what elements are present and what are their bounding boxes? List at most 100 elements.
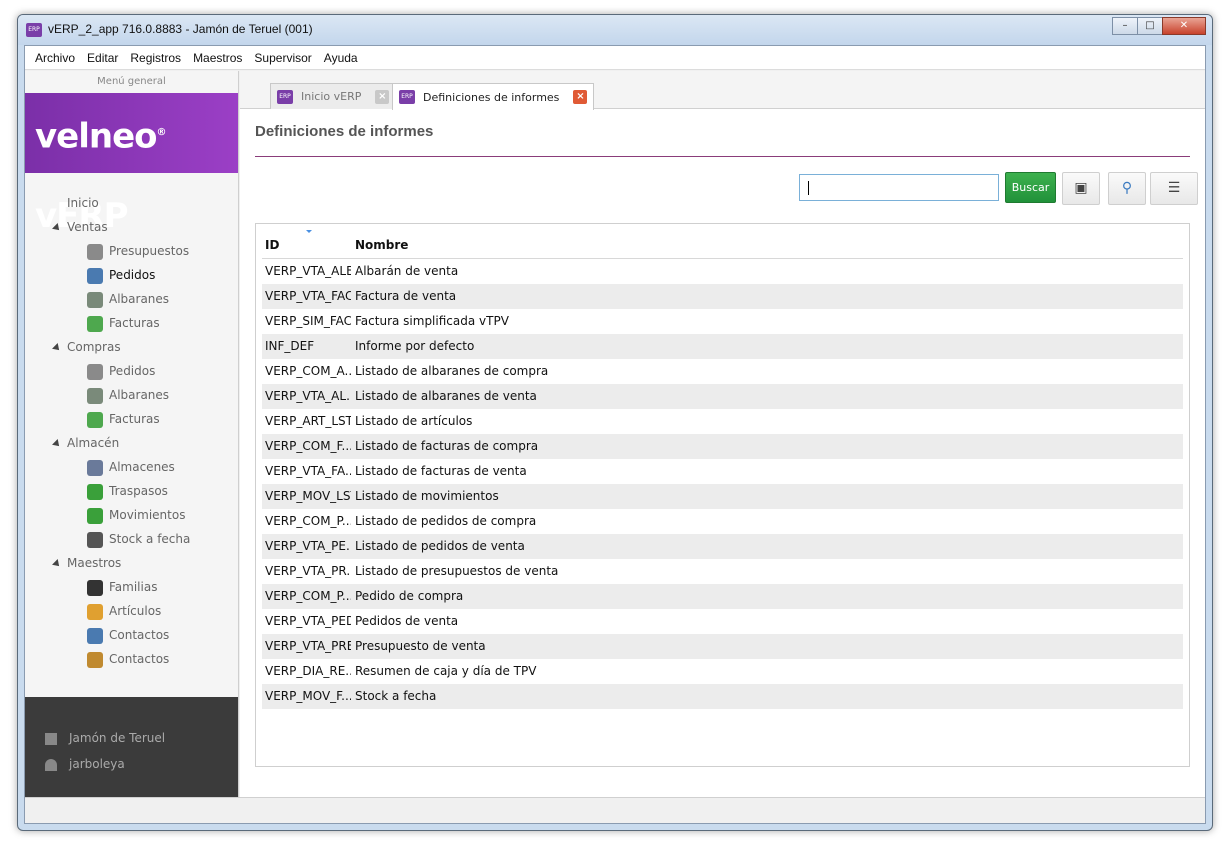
list-options-button[interactable]: ☰ xyxy=(1150,172,1198,205)
sidebar-item-familias[interactable]: Familias xyxy=(25,575,238,599)
user-row[interactable]: jarboleya xyxy=(25,751,238,777)
transfer-icon xyxy=(87,483,103,500)
search-icon: ⚲ xyxy=(1121,180,1133,196)
cell-id: VERP_VTA_AL... xyxy=(265,389,351,403)
user-icon xyxy=(45,758,57,771)
title-bar[interactable]: ERP vERP_2_app 716.0.8883 - Jamón de Ter… xyxy=(18,15,1212,45)
sidebar-item-presupuestos[interactable]: Presupuestos xyxy=(25,239,238,263)
sidebar-item-almacenes[interactable]: Almacenes xyxy=(25,455,238,479)
tab-inicio-verp[interactable]: ERP Inicio vERP × xyxy=(270,83,397,109)
cell-id: VERP_VTA_PRE xyxy=(265,639,351,653)
erp-icon: ERP xyxy=(399,90,415,104)
sidebar-group-almacén[interactable]: Almacén xyxy=(25,431,238,455)
maximize-button[interactable]: □ xyxy=(1137,17,1163,35)
quote-icon xyxy=(87,243,103,260)
table-row[interactable]: VERP_VTA_PR... Listado de presupuestos de… xyxy=(262,559,1183,584)
column-header-id[interactable]: ID xyxy=(265,238,279,252)
expand-arrow-icon[interactable] xyxy=(52,438,62,449)
sidebar-item-traspasos[interactable]: Traspasos xyxy=(25,479,238,503)
table-row[interactable]: VERP_VTA_FA... Listado de facturas de ven… xyxy=(262,459,1183,484)
table-row[interactable]: VERP_MOV_F... Stock a fecha xyxy=(262,684,1183,709)
table-row[interactable]: INF_DEF Informe por defecto xyxy=(262,334,1183,359)
table-row[interactable]: VERP_ART_LST Listado de artículos xyxy=(262,409,1183,434)
invoice-icon xyxy=(87,315,103,332)
menu-maestros[interactable]: Maestros xyxy=(187,51,248,65)
article-icon xyxy=(87,603,103,620)
sidebar-group-compras[interactable]: Compras xyxy=(25,335,238,359)
sidebar: Menú general velneo® vERP Inicio Ventas Pr… xyxy=(25,71,239,797)
cell-id: VERP_COM_F... xyxy=(265,439,351,453)
table-row[interactable]: VERP_VTA_FAC Factura de venta xyxy=(262,284,1183,309)
menu-editar[interactable]: Editar xyxy=(81,51,124,65)
search-button[interactable]: Buscar xyxy=(1005,172,1056,203)
sidebar-item-albaranes[interactable]: Albaranes xyxy=(25,383,238,407)
search-input[interactable] xyxy=(799,174,999,201)
sidebar-item-artículos[interactable]: Artículos xyxy=(25,599,238,623)
sidebar-item-albaranes[interactable]: Albaranes xyxy=(25,287,238,311)
status-bar xyxy=(25,797,1205,823)
table-row[interactable]: VERP_SIM_FAC Factura simplificada vTPV xyxy=(262,309,1183,334)
sidebar-item-inicio[interactable]: Inicio xyxy=(25,191,238,215)
sidebar-item-stock-a-fecha[interactable]: Stock a fecha xyxy=(25,527,238,551)
expand-arrow-icon[interactable] xyxy=(52,342,62,353)
sidebar-item-pedidos[interactable]: Pedidos xyxy=(25,263,238,287)
order-icon xyxy=(87,363,103,380)
company-row[interactable]: Jamón de Teruel xyxy=(25,725,238,751)
close-tab-icon[interactable]: × xyxy=(573,90,588,104)
cell-id: VERP_VTA_FAC xyxy=(265,289,351,303)
cell-id: VERP_VTA_PR... xyxy=(265,564,351,578)
cell-nombre: Listado de pedidos de venta xyxy=(355,539,525,553)
table-row[interactable]: VERP_DIA_RE... Resumen de caja y día de T… xyxy=(262,659,1183,684)
sidebar-nav: Inicio Ventas Presupuestos Pedidos Albaranes… xyxy=(25,191,238,671)
sidebar-group-ventas[interactable]: Ventas xyxy=(25,215,238,239)
sidebar-item-contactos[interactable]: Contactos xyxy=(25,623,238,647)
binoculars-button[interactable]: ▣ xyxy=(1062,172,1100,205)
stock-date-icon xyxy=(87,531,103,548)
sidebar-item-movimientos[interactable]: Movimientos xyxy=(25,503,238,527)
sidebar-item-facturas[interactable]: Facturas xyxy=(25,311,238,335)
expand-arrow-icon[interactable] xyxy=(52,558,62,569)
sidebar-item-label: Pedidos xyxy=(109,268,156,282)
order-icon xyxy=(87,267,103,284)
delivery-note-icon xyxy=(87,387,103,404)
sidebar-header: Menú general xyxy=(97,76,166,87)
expand-arrow-icon[interactable] xyxy=(52,222,62,233)
close-window-button[interactable]: ✕ xyxy=(1162,17,1206,35)
cell-nombre: Presupuesto de venta xyxy=(355,639,486,653)
table-row[interactable]: VERP_VTA_PRE Presupuesto de venta xyxy=(262,634,1183,659)
sidebar-group-maestros[interactable]: Maestros xyxy=(25,551,238,575)
sidebar-item-pedidos[interactable]: Pedidos xyxy=(25,359,238,383)
table-row[interactable]: VERP_VTA_ALB Albarán de venta xyxy=(262,259,1183,284)
sidebar-item-label: Almacenes xyxy=(109,460,175,474)
table-row[interactable]: VERP_COM_F... Listado de facturas de comp… xyxy=(262,434,1183,459)
menu-ayuda[interactable]: Ayuda xyxy=(318,51,364,65)
table-row[interactable]: VERP_COM_A... Listado de albaranes de com… xyxy=(262,359,1183,384)
window-title: vERP_2_app 716.0.8883 - Jamón de Teruel … xyxy=(48,22,313,36)
menu-supervisor[interactable]: Supervisor xyxy=(248,51,317,65)
movements-icon xyxy=(87,507,103,524)
table-row[interactable]: VERP_VTA_PED Pedidos de venta xyxy=(262,609,1183,634)
cell-nombre: Pedidos de venta xyxy=(355,614,459,628)
main-panel: ERP Inicio vERP × ERP Definiciones de in… xyxy=(240,71,1205,797)
sidebar-item-contactos[interactable]: Contactos xyxy=(25,647,238,671)
table-row[interactable]: VERP_VTA_PE... Listado de pedidos de vent… xyxy=(262,534,1183,559)
magnifier-button[interactable]: ⚲ xyxy=(1108,172,1146,205)
table-row[interactable]: VERP_VTA_AL... Listado de albaranes de ve… xyxy=(262,384,1183,409)
menu-archivo[interactable]: Archivo xyxy=(29,51,81,65)
table-row[interactable]: VERP_MOV_LST Listado de movimientos xyxy=(262,484,1183,509)
sidebar-group-label: Maestros xyxy=(67,556,122,570)
cell-id: VERP_COM_P... xyxy=(265,589,351,603)
contact-icon xyxy=(87,627,103,644)
minimize-button[interactable]: – xyxy=(1112,17,1138,35)
table-row[interactable]: VERP_COM_P... Listado de pedidos de compr… xyxy=(262,509,1183,534)
column-header-nombre[interactable]: Nombre xyxy=(355,238,408,252)
tab-label: Inicio vERP xyxy=(301,90,362,103)
sidebar-item-label: Pedidos xyxy=(109,364,156,378)
close-tab-icon[interactable]: × xyxy=(375,89,390,104)
table-row[interactable]: VERP_COM_P... Pedido de compra xyxy=(262,584,1183,609)
tab-definiciones-de-informes[interactable]: ERP Definiciones de informes × xyxy=(392,83,595,110)
sidebar-item-facturas[interactable]: Facturas xyxy=(25,407,238,431)
menu-registros[interactable]: Registros xyxy=(124,51,187,65)
invoice-icon xyxy=(87,411,103,428)
table-header: ID Nombre xyxy=(262,224,1183,259)
